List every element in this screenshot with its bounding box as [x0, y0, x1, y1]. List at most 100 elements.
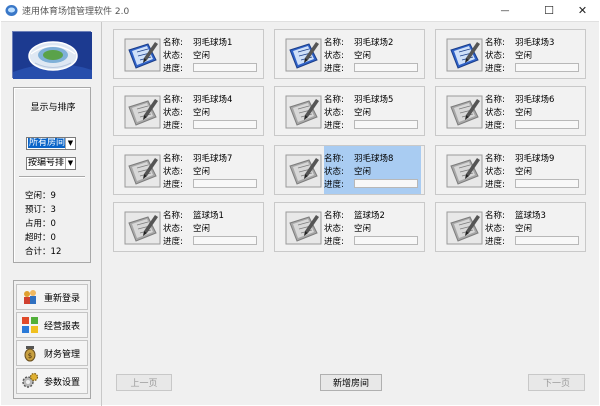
room-status: 空闲: [515, 224, 533, 234]
room-info: 名称: 篮球场2 状态: 空闲 进度:: [324, 203, 421, 251]
progress-label: 进度:: [324, 64, 344, 74]
room-edit-icon: [446, 211, 483, 245]
progress-bar: [515, 179, 579, 188]
room-card[interactable]: 名称: 羽毛球场2 状态: 空闲 进度:: [274, 29, 425, 79]
progress-label: 进度:: [163, 121, 183, 131]
room-card[interactable]: 名称: 篮球场2 状态: 空闲 进度:: [274, 202, 425, 252]
status-label: 状态:: [485, 167, 505, 177]
room-info: 名称: 羽毛球场3 状态: 空闲 进度:: [485, 30, 582, 78]
display-sort-panel: 显示与排序 所有房间 ▼ 按编号排 ▼ 空闲：9 预订：3 占用：0 超时：0 …: [13, 87, 91, 263]
room-filter-value: 所有房间: [28, 138, 67, 148]
progress-bar: [354, 120, 418, 129]
room-edit-icon: [124, 154, 161, 188]
room-grid: 名称: 羽毛球场1 状态: 空闲 进度: 名称: 羽毛球场2 状态: 空闲 进度: 名称: 羽毛球场3…: [103, 22, 599, 406]
progress-bar: [354, 63, 418, 72]
login-icon: [21, 288, 39, 306]
chevron-down-icon: ▼: [65, 158, 75, 169]
room-card[interactable]: 名称: 羽毛球场3 状态: 空闲 进度:: [435, 29, 586, 79]
progress-label: 进度:: [163, 64, 183, 74]
progress-bar: [193, 120, 257, 129]
room-edit-icon: [446, 95, 483, 129]
report-icon: [21, 316, 39, 334]
minimize-icon: —: [500, 5, 510, 16]
next-page-button[interactable]: 下一页: [528, 374, 585, 391]
room-status: 空闲: [193, 167, 211, 177]
room-card[interactable]: 名称: 篮球场1 状态: 空闲 进度:: [113, 202, 264, 252]
room-info: 名称: 羽毛球场1 状态: 空闲 进度:: [163, 30, 260, 78]
name-label: 名称:: [324, 154, 344, 164]
room-info: 名称: 羽毛球场9 状态: 空闲 进度:: [485, 146, 582, 194]
room-info: 名称: 羽毛球场2 状态: 空闲 进度:: [324, 30, 421, 78]
function-menu: 重新登录 经营报表 $ 财务管理 参数设置: [13, 280, 91, 399]
status-label: 状态:: [163, 51, 183, 61]
finance-management-button[interactable]: $ 财务管理: [16, 340, 88, 366]
room-filter-select[interactable]: 所有房间 ▼: [26, 137, 76, 150]
close-icon: ✕: [577, 4, 588, 17]
status-label: 状态:: [324, 51, 344, 61]
room-name: 羽毛球场2: [354, 38, 394, 48]
room-edit-icon: [124, 38, 161, 72]
window-title: 速用体育场馆管理软件 2.0: [22, 7, 130, 17]
progress-label: 进度:: [163, 180, 183, 190]
progress-bar: [515, 120, 579, 129]
progress-label: 进度:: [163, 237, 183, 247]
room-status: 空闲: [193, 224, 211, 234]
stat-free: 空闲：9: [25, 191, 56, 201]
minimize-button[interactable]: —: [482, 0, 528, 21]
panel-title: 显示与排序: [30, 103, 76, 113]
room-name: 羽毛球场6: [515, 95, 555, 105]
room-card[interactable]: 名称: 羽毛球场9 状态: 空闲 进度:: [435, 145, 586, 195]
room-info: 名称: 羽毛球场4 状态: 空闲 进度:: [163, 87, 260, 135]
room-card[interactable]: 名称: 羽毛球场5 状态: 空闲 进度:: [274, 86, 425, 136]
room-edit-icon: [285, 95, 322, 129]
divider: [19, 176, 85, 178]
room-card[interactable]: 名称: 羽毛球场7 状态: 空闲 进度:: [113, 145, 264, 195]
svg-text:$: $: [28, 352, 32, 360]
room-info: 名称: 羽毛球场8 状态: 空闲 进度:: [324, 146, 421, 194]
sort-order-value: 按编号排: [28, 158, 65, 168]
name-label: 名称:: [163, 154, 183, 164]
name-label: 名称:: [485, 95, 505, 105]
sort-order-select[interactable]: 按编号排 ▼: [26, 157, 76, 170]
settings-icon: [21, 372, 39, 390]
room-name: 羽毛球场5: [354, 95, 394, 105]
maximize-icon: ☐: [544, 4, 554, 17]
room-info: 名称: 羽毛球场6 状态: 空闲 进度:: [485, 87, 582, 135]
room-name: 篮球场3: [515, 211, 546, 221]
status-label: 状态:: [324, 108, 344, 118]
room-card[interactable]: 名称: 篮球场3 状态: 空闲 进度:: [435, 202, 586, 252]
prev-page-button[interactable]: 上一页: [116, 374, 172, 391]
progress-label: 进度:: [485, 237, 505, 247]
progress-bar: [354, 179, 418, 188]
room-info: 名称: 羽毛球场5 状态: 空闲 进度:: [324, 87, 421, 135]
relogin-button[interactable]: 重新登录: [16, 284, 88, 310]
progress-bar: [193, 236, 257, 245]
room-name: 羽毛球场7: [193, 154, 233, 164]
name-label: 名称:: [163, 95, 183, 105]
room-status: 空闲: [354, 108, 372, 118]
name-label: 名称:: [485, 38, 505, 48]
room-info: 名称: 篮球场3 状态: 空闲 进度:: [485, 203, 582, 251]
room-status: 空闲: [193, 51, 211, 61]
status-label: 状态:: [324, 167, 344, 177]
room-card[interactable]: 名称: 羽毛球场6 状态: 空闲 进度:: [435, 86, 586, 136]
name-label: 名称:: [324, 38, 344, 48]
business-report-button[interactable]: 经营报表: [16, 312, 88, 338]
stat-total: 合计：12: [25, 247, 62, 257]
room-card[interactable]: 名称: 羽毛球场8 状态: 空闲 进度:: [274, 145, 425, 195]
progress-label: 进度:: [324, 180, 344, 190]
name-label: 名称:: [485, 211, 505, 221]
room-status: 空闲: [354, 224, 372, 234]
room-card[interactable]: 名称: 羽毛球场4 状态: 空闲 进度:: [113, 86, 264, 136]
close-button[interactable]: ✕: [565, 0, 600, 21]
add-room-button[interactable]: 新增房间: [320, 374, 382, 391]
room-edit-icon: [285, 154, 322, 188]
room-status: 空闲: [515, 167, 533, 177]
status-label: 状态:: [485, 51, 505, 61]
client-area: 显示与排序 所有房间 ▼ 按编号排 ▼ 空闲：9 预订：3 占用：0 超时：0 …: [1, 21, 599, 406]
parameter-settings-button[interactable]: 参数设置: [16, 368, 88, 394]
room-card[interactable]: 名称: 羽毛球场1 状态: 空闲 进度:: [113, 29, 264, 79]
room-info: 名称: 羽毛球场7 状态: 空闲 进度:: [163, 146, 260, 194]
room-edit-icon: [446, 154, 483, 188]
stat-occupied: 占用：0: [25, 219, 56, 229]
